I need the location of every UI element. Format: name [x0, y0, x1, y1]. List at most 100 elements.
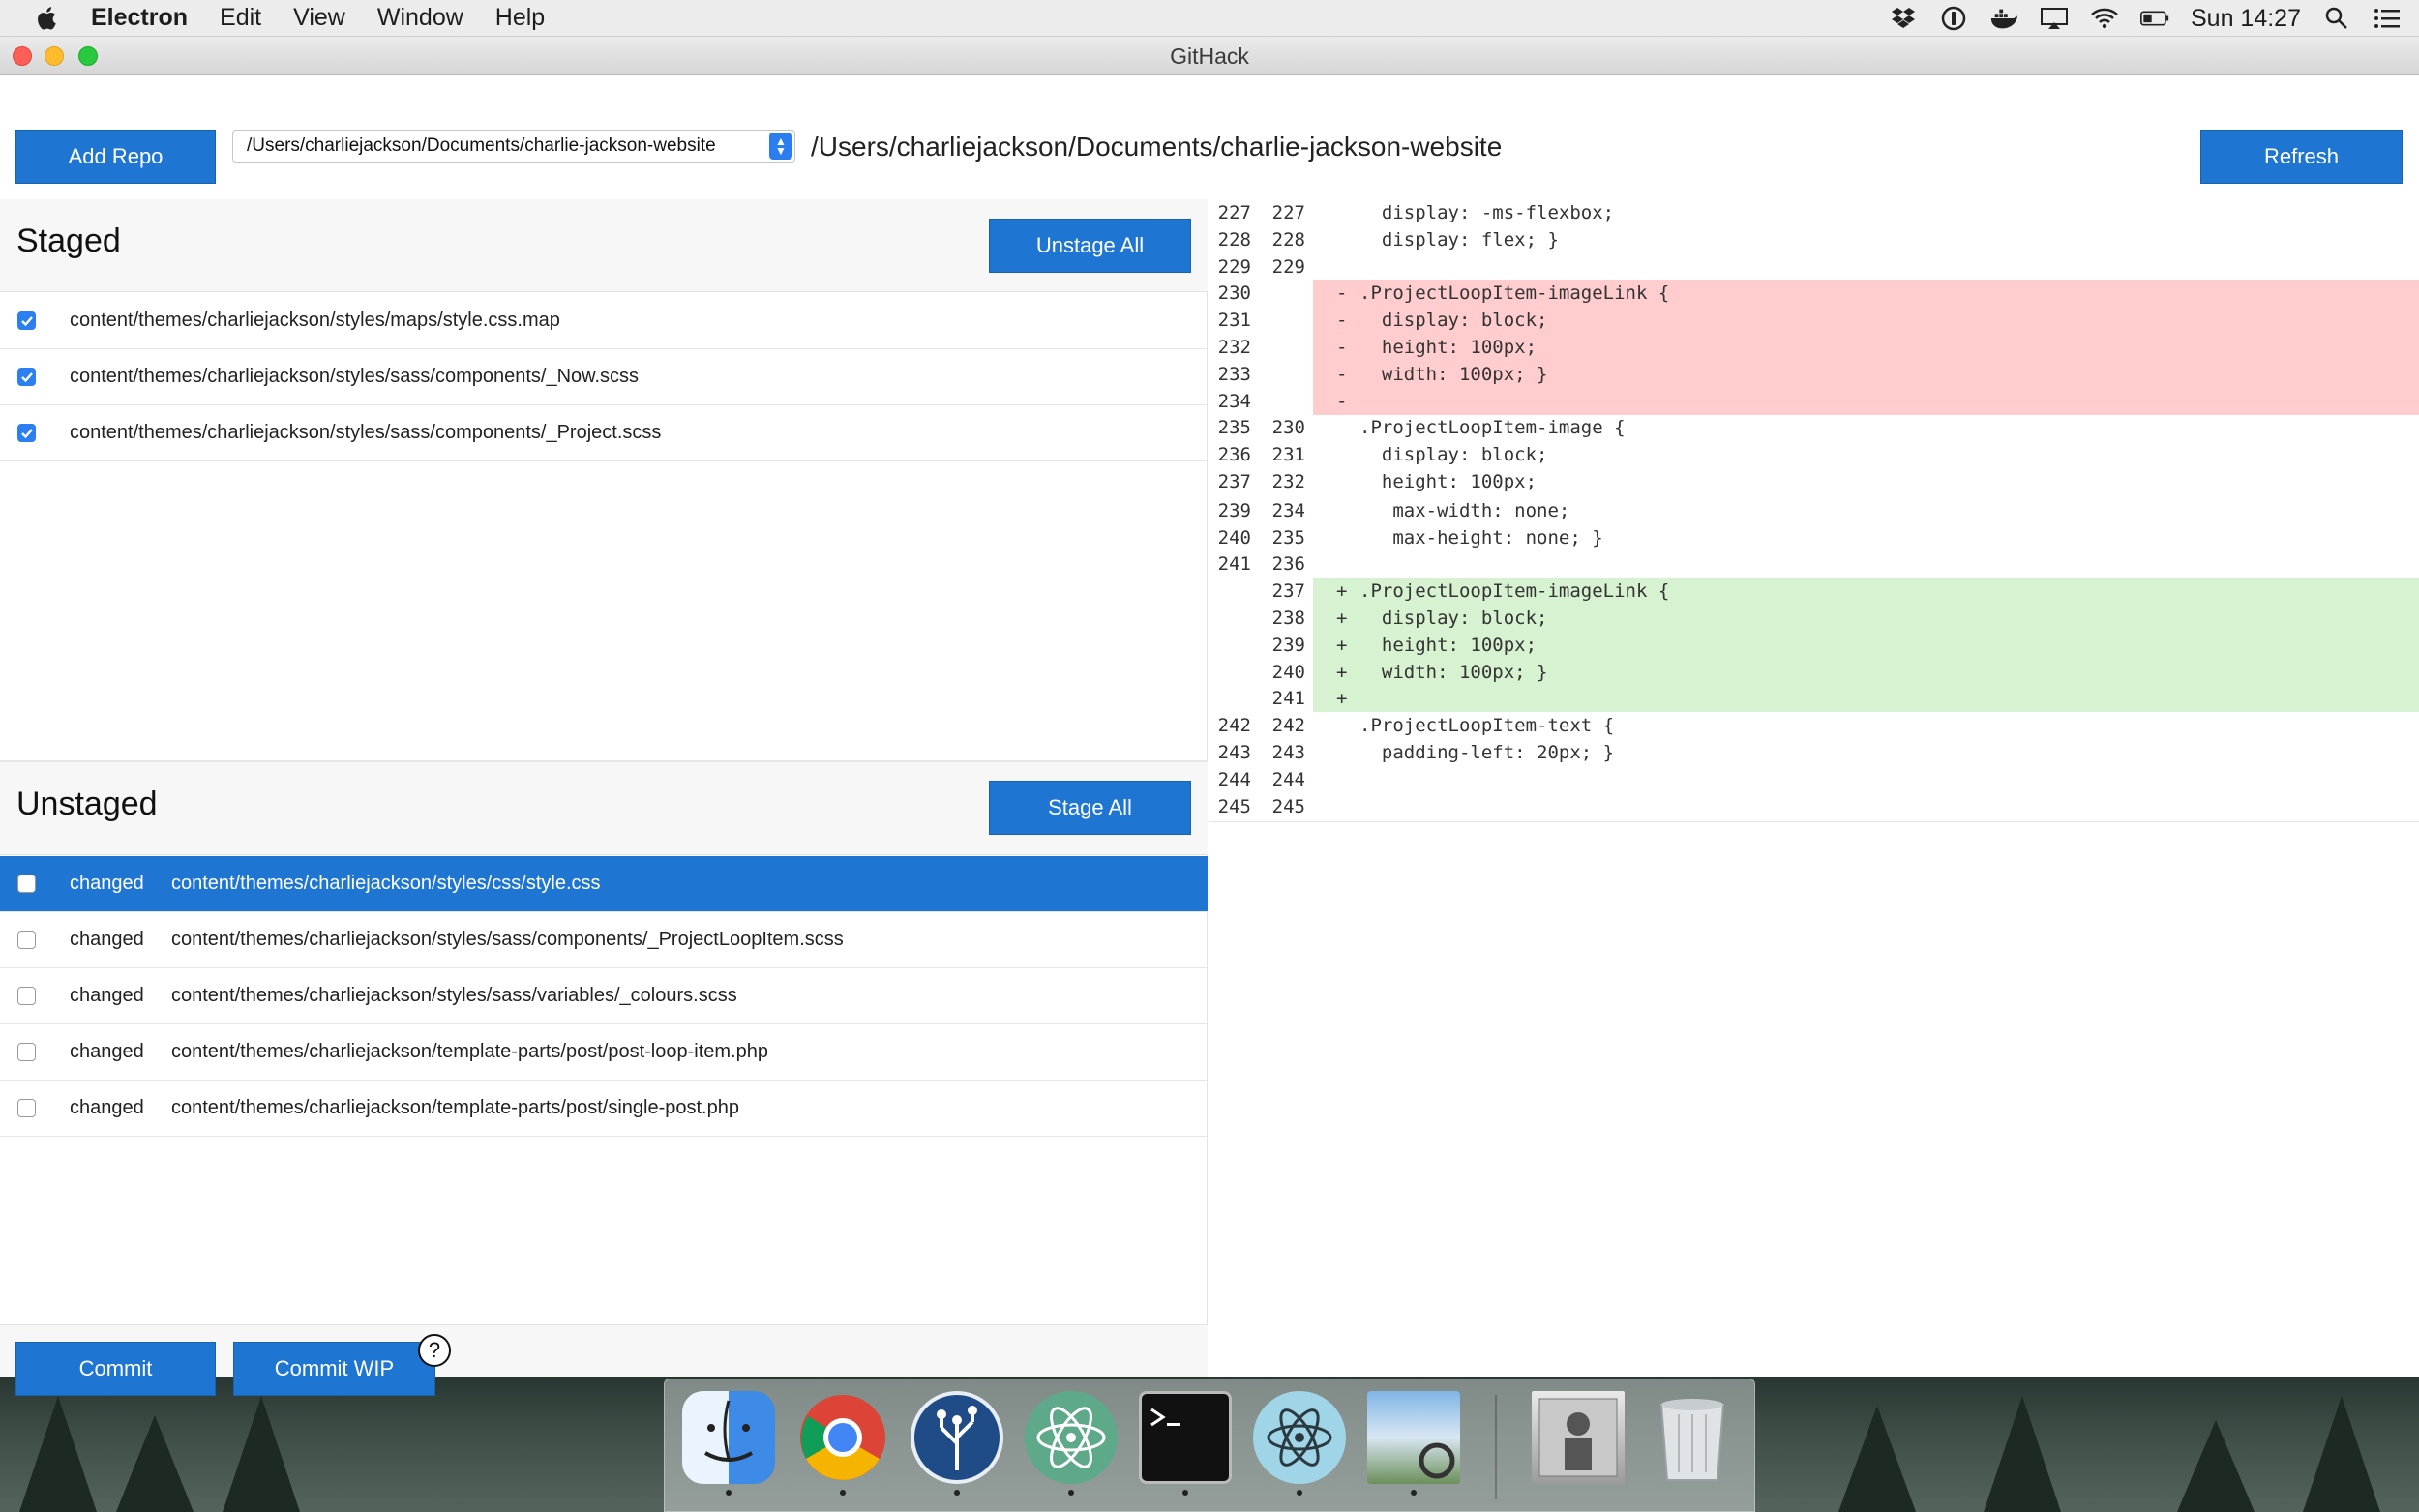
spotlight-search-icon[interactable] — [2322, 5, 2351, 32]
file-checkbox[interactable] — [17, 931, 36, 949]
menu-view[interactable]: View — [293, 4, 345, 32]
old-line-number: 236 — [1217, 444, 1251, 466]
menubar-clock[interactable]: Sun 14:27 — [2191, 5, 2301, 33]
old-line-number: 244 — [1217, 768, 1251, 790]
diff-marker: - — [1336, 310, 1348, 332]
code-text: max-width: none; — [1359, 499, 1570, 521]
window-zoom-button[interactable] — [78, 46, 98, 66]
diff-marker: - — [1336, 363, 1348, 385]
diff-viewer: 227 227 display: -ms-flexbox; 228 228 displ… — [1209, 199, 2419, 1377]
unstaged-file-row[interactable]: changed content/themes/charliejackson/sty… — [0, 856, 1208, 912]
file-checkbox[interactable] — [17, 311, 36, 330]
menu-app-name[interactable]: Electron — [91, 4, 188, 32]
file-checkbox[interactable] — [17, 987, 36, 1005]
diff-marker: + — [1336, 661, 1348, 683]
unstaged-file-row[interactable]: changed content/themes/charliejackson/tem… — [0, 1081, 1208, 1137]
battery-icon[interactable] — [2140, 5, 2169, 32]
file-checkbox[interactable] — [17, 1043, 36, 1061]
new-line-number: 232 — [1271, 471, 1305, 492]
file-path: content/themes/charliejackson/styles/sas… — [171, 929, 844, 950]
file-checkbox[interactable] — [17, 424, 36, 442]
new-line-number: 240 — [1271, 661, 1305, 683]
repo-select-value: /Users/charliejackson/Documents/charlie-… — [247, 135, 716, 156]
diff-line: 237 + .ProjectLoopItem-imageLink { — [1209, 578, 2419, 606]
running-indicator — [726, 1490, 732, 1496]
dropbox-icon[interactable] — [1889, 5, 1918, 32]
file-checkbox[interactable] — [17, 1099, 36, 1117]
commit-button[interactable]: Commit — [15, 1342, 216, 1396]
diff-marker: + — [1336, 634, 1348, 656]
window-titlebar[interactable]: GitHack — [0, 37, 2419, 75]
commit-wip-button[interactable]: Commit WIP — [233, 1342, 435, 1396]
code-area: + height: 100px; — [1313, 631, 2419, 659]
code-text: display: block; — [1359, 310, 1548, 332]
old-line-number: 242 — [1217, 715, 1251, 737]
diff-line: 233 - width: 100px; } — [1209, 360, 2419, 388]
new-line-number: 244 — [1271, 768, 1305, 790]
dock — [664, 1379, 1755, 1512]
onepassword-icon[interactable] — [1939, 5, 1968, 32]
menu-help[interactable]: Help — [495, 4, 545, 32]
code-text: .ProjectLoopItem-image { — [1359, 417, 1626, 439]
sourcetree-icon[interactable] — [911, 1391, 1003, 1496]
new-line-number: 229 — [1271, 255, 1305, 278]
code-area: + .ProjectLoopItem-imageLink { — [1313, 578, 2419, 606]
file-path: content/themes/charliejackson/styles/sas… — [70, 422, 662, 443]
diff-marker: - — [1336, 337, 1348, 358]
terminal-icon[interactable] — [1139, 1391, 1232, 1496]
wifi-icon[interactable] — [2090, 5, 2119, 32]
unstaged-file-row[interactable]: changed content/themes/charliejackson/sty… — [0, 912, 1208, 968]
code-text: display: block; — [1359, 444, 1548, 466]
notification-center-icon[interactable] — [2373, 5, 2402, 32]
stage-all-button[interactable]: Stage All — [989, 781, 1191, 835]
app-window: GitHack Add Repo /Users/charliejackson/D… — [0, 37, 2419, 1396]
atom-icon[interactable] — [1025, 1391, 1118, 1496]
file-checkbox[interactable] — [17, 368, 36, 386]
menu-window[interactable]: Window — [377, 4, 463, 32]
diff-line: 245 245 — [1209, 793, 2419, 820]
diff-line: 234 - — [1209, 387, 2419, 415]
staged-file-row[interactable]: content/themes/charliejackson/styles/sas… — [0, 349, 1208, 405]
file-status: changed — [70, 1041, 144, 1062]
code-text: height: 100px; — [1359, 471, 1538, 492]
code-area: .ProjectLoopItem-image { — [1313, 414, 2419, 441]
trash-icon[interactable] — [1646, 1391, 1739, 1484]
code-area: display: block; — [1313, 441, 2419, 468]
file-checkbox[interactable] — [17, 875, 36, 893]
code-text: .ProjectLoopItem-imageLink { — [1359, 580, 1670, 603]
file-path: content/themes/charliejackson/styles/map… — [70, 310, 560, 331]
old-line-number: 239 — [1217, 499, 1251, 521]
old-line-number: 227 — [1217, 202, 1251, 223]
docker-icon[interactable] — [1989, 5, 2018, 32]
old-line-number: 240 — [1217, 526, 1251, 548]
file-status: changed — [70, 1097, 144, 1118]
window-minimize-button[interactable] — [45, 46, 64, 66]
unstaged-file-row[interactable]: changed content/themes/charliejackson/sty… — [0, 968, 1208, 1024]
running-indicator — [1411, 1490, 1417, 1496]
apple-icon[interactable] — [33, 4, 62, 33]
staged-file-row[interactable]: content/themes/charliejackson/styles/sas… — [0, 405, 1208, 461]
code-area: + width: 100px; } — [1313, 658, 2419, 686]
chrome-icon[interactable] — [796, 1391, 889, 1496]
code-area — [1313, 253, 2419, 281]
staged-file-row[interactable]: content/themes/charliejackson/styles/map… — [0, 293, 1208, 349]
unstage-all-button[interactable]: Unstage All — [989, 219, 1191, 273]
code-area: + display: block; — [1313, 605, 2419, 632]
refresh-button[interactable]: Refresh — [2200, 130, 2403, 184]
downloads-stack-icon[interactable] — [1532, 1391, 1625, 1484]
help-icon[interactable]: ? — [418, 1334, 451, 1367]
new-line-number: 237 — [1271, 580, 1305, 603]
code-text: .ProjectLoopItem-text { — [1359, 715, 1615, 737]
running-indicator — [1297, 1490, 1302, 1496]
add-repo-button[interactable]: Add Repo — [15, 130, 216, 184]
repo-select[interactable]: /Users/charliejackson/Documents/charlie-… — [232, 130, 795, 163]
diff-line: 229 229 — [1209, 253, 2419, 281]
preview-icon[interactable] — [1367, 1391, 1460, 1496]
airplay-icon[interactable] — [2040, 5, 2069, 32]
menu-edit[interactable]: Edit — [220, 4, 261, 32]
code-area: - display: block; — [1313, 307, 2419, 335]
finder-icon[interactable] — [682, 1391, 775, 1496]
unstaged-file-row[interactable]: changed content/themes/charliejackson/tem… — [0, 1024, 1208, 1081]
window-close-button[interactable] — [13, 46, 32, 66]
electron-icon[interactable] — [1253, 1391, 1346, 1496]
